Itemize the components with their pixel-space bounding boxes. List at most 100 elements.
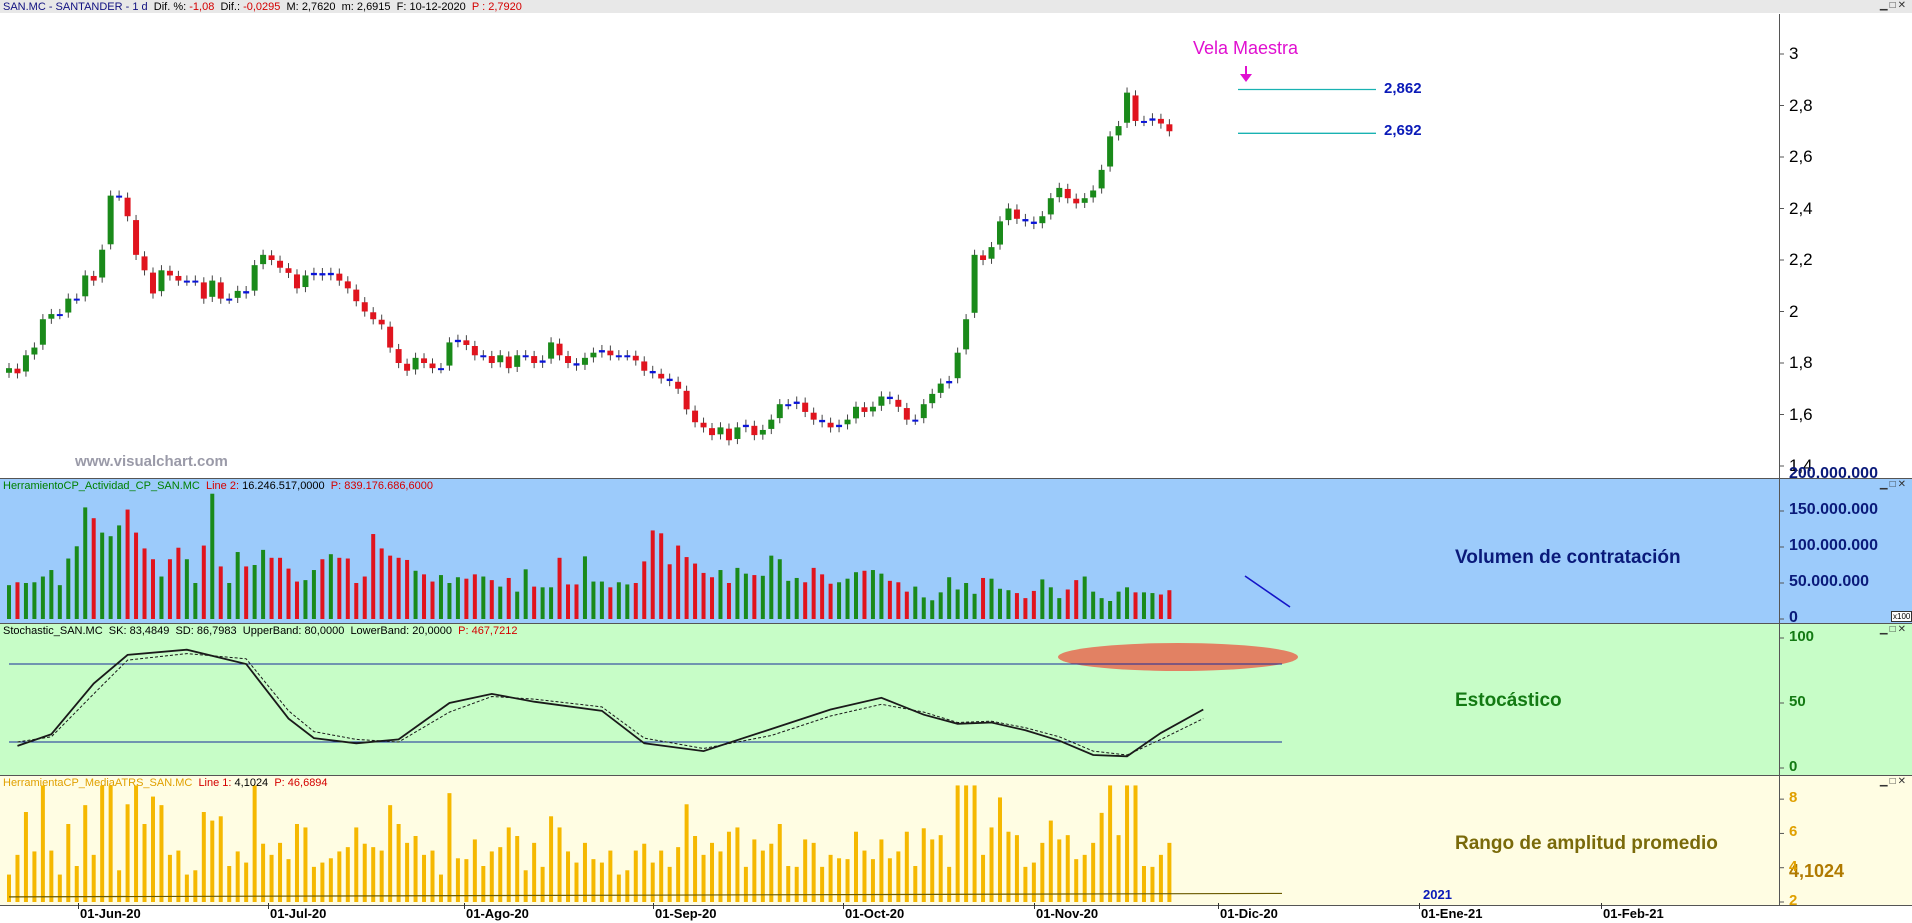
- volume-bar: [591, 581, 596, 619]
- volume-bar: [803, 582, 808, 619]
- volume-bar: [981, 577, 986, 619]
- candle-body: [327, 272, 334, 276]
- volume-bar: [294, 581, 299, 619]
- volume-bar: [159, 576, 164, 619]
- volume-bar: [820, 574, 825, 619]
- candle-body: [853, 406, 859, 419]
- candle-body: [82, 275, 89, 297]
- atr-bar: [981, 854, 986, 902]
- atr-bar: [100, 785, 105, 902]
- atr-bar: [1133, 785, 1138, 902]
- candle-body: [200, 282, 207, 299]
- atr-bar: [40, 785, 45, 902]
- candle-body: [277, 260, 284, 268]
- candle-body: [920, 404, 927, 419]
- price-tick-label: 1,6: [1789, 404, 1813, 424]
- atr-bar: [278, 842, 283, 902]
- volume-bar: [1133, 592, 1138, 619]
- volume-bar: [396, 557, 401, 619]
- candle-body: [590, 352, 597, 358]
- atr-bar: [1014, 835, 1019, 902]
- candle-body: [471, 346, 478, 356]
- atr-bar: [1031, 862, 1036, 902]
- atr-bar: [337, 851, 342, 902]
- candle-body: [1022, 219, 1029, 222]
- candle-body: [607, 350, 614, 356]
- window-buttons[interactable]: ▁□✕: [1880, 0, 1908, 11]
- volume-bar: [870, 570, 875, 619]
- volume-bar: [1048, 587, 1053, 619]
- candle-body: [293, 274, 300, 289]
- candle-body: [810, 412, 817, 420]
- volume-bar: [1125, 587, 1130, 619]
- candle-body: [1073, 198, 1080, 204]
- atr-bar: [972, 785, 977, 902]
- atr-bar: [633, 850, 638, 902]
- x-axis-tick: [1034, 903, 1035, 909]
- window-buttons[interactable]: ▁□✕: [1880, 479, 1908, 490]
- level-low-label: 2,692: [1384, 122, 1422, 139]
- candle-body: [768, 419, 775, 429]
- volume-bar: [1158, 594, 1163, 619]
- volume-bar: [633, 583, 638, 619]
- x-axis-label: 01-Jun-20: [80, 906, 141, 921]
- volume-bar: [49, 570, 54, 619]
- atr-bar: [150, 796, 155, 902]
- candle-body: [717, 427, 724, 435]
- candle-body: [598, 350, 605, 353]
- candle-body: [6, 368, 12, 373]
- candle-body: [1039, 216, 1046, 224]
- atr-bar: [91, 854, 96, 902]
- candle-body: [183, 280, 190, 283]
- volume-bar: [752, 575, 757, 619]
- candle-body: [124, 197, 131, 217]
- candle-body: [895, 399, 902, 407]
- price-panel: SAN.MC - SANTANDER - 1 d Dif. %: -1,08 D…: [0, 0, 1912, 478]
- candle-body: [370, 312, 377, 320]
- candle-body: [1047, 198, 1054, 215]
- atr-bar: [582, 842, 587, 902]
- x-axis-label: 01-Ene-21: [1421, 906, 1483, 921]
- candle-body: [565, 356, 572, 363]
- candle-body: [488, 356, 495, 363]
- volume-bar: [244, 566, 249, 619]
- price-tick-label: 2,4: [1789, 198, 1813, 218]
- volume-bar: [574, 584, 579, 619]
- atr-bar: [252, 785, 257, 902]
- candle-body: [1013, 209, 1020, 219]
- volume-bar: [142, 548, 147, 619]
- candle-body: [996, 221, 1003, 245]
- candle-body: [1124, 92, 1131, 123]
- volume-panel: HerramientoCP_Actividad_CP_SAN.MC Line 2…: [0, 478, 1912, 624]
- volume-bar: [405, 559, 410, 619]
- volume-bar: [582, 556, 587, 619]
- atr-bar: [820, 866, 825, 902]
- candle-body: [548, 342, 555, 359]
- atr-bar: [108, 785, 113, 902]
- atr-bar: [930, 839, 935, 902]
- atr-bar: [726, 831, 731, 902]
- volume-bar: [777, 559, 782, 619]
- window-buttons[interactable]: ▁□✕: [1880, 624, 1908, 635]
- volume-bar: [887, 580, 892, 619]
- volume-bar: [608, 587, 613, 619]
- atr-bar: [803, 839, 808, 902]
- atr-bar: [964, 785, 969, 902]
- candle-body: [827, 422, 834, 428]
- atr-bar: [269, 854, 274, 902]
- volume-bar: [599, 581, 604, 619]
- window-buttons[interactable]: ▁□✕: [1880, 776, 1908, 787]
- volume-bar: [1091, 591, 1096, 619]
- volume-bar: [455, 577, 460, 619]
- candle-body: [133, 220, 140, 255]
- volume-bar: [261, 549, 266, 619]
- candle-body: [1081, 198, 1088, 203]
- watermark: www.visualchart.com: [75, 453, 228, 470]
- volume-bar: [1023, 598, 1028, 619]
- x-axis-label: 01-Oct-20: [845, 906, 905, 921]
- price-tick-label: 3: [1789, 44, 1799, 63]
- volume-bar: [481, 576, 486, 619]
- atr-bar: [845, 859, 850, 902]
- price-tick-label: 2: [1789, 301, 1799, 321]
- volume-bar: [1167, 590, 1172, 619]
